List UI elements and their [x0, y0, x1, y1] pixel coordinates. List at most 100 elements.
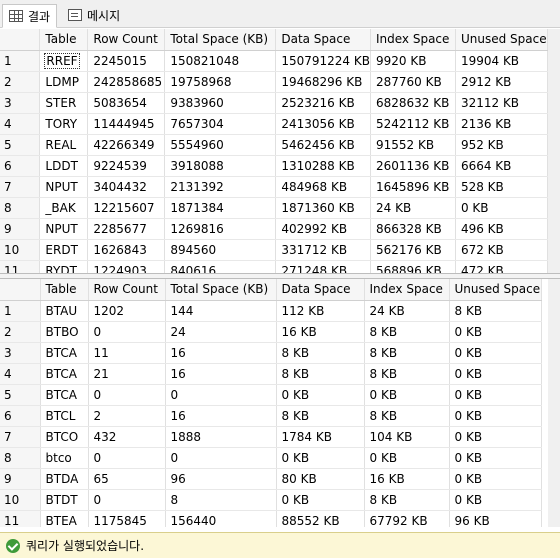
index-space-cell[interactable]: 9920 KB — [370, 50, 456, 72]
results-grid-1-scrollbar[interactable] — [548, 29, 560, 273]
data-space-cell[interactable]: 16 KB — [276, 321, 365, 343]
total-space-cell[interactable]: 1269816 — [164, 218, 277, 240]
index-space-cell[interactable]: 104 KB — [364, 426, 450, 448]
row-number[interactable]: 9 — [0, 218, 41, 240]
index-space-cell[interactable]: 5242112 KB — [370, 113, 456, 135]
unused-space-cell[interactable]: 0 KB — [449, 426, 542, 448]
unused-space-cell[interactable]: 32112 KB — [455, 92, 548, 114]
unused-space-cell[interactable]: 0 KB — [449, 363, 542, 385]
column-header-table[interactable]: Table — [40, 279, 89, 301]
table-name-cell[interactable]: BTCA — [40, 384, 89, 406]
table-name-cell[interactable]: RREF — [39, 50, 89, 72]
column-header-unused-space[interactable]: Unused Space — [455, 29, 548, 51]
index-space-cell[interactable]: 2601136 KB — [370, 155, 456, 177]
total-space-cell[interactable]: 7657304 — [164, 113, 277, 135]
table-name-cell[interactable]: BTCO — [40, 426, 89, 448]
data-space-cell[interactable]: 8 KB — [276, 363, 365, 385]
unused-space-cell[interactable]: 0 KB — [449, 489, 542, 511]
column-header-total-space[interactable]: Total Space (KB) — [164, 29, 277, 51]
table-row[interactable]: 11 RYDT 1224903 840616 271248 KB 568896 KB 472… — [0, 260, 548, 273]
row-count-cell[interactable]: 432 — [88, 426, 166, 448]
index-space-cell[interactable]: 0 KB — [364, 447, 450, 469]
row-count-cell[interactable]: 9224539 — [87, 155, 166, 177]
row-count-cell[interactable]: 1626843 — [87, 239, 166, 261]
table-row[interactable]: 6 BTCL 2 16 8 KB 8 KB 0 KB — [0, 405, 542, 427]
table-row[interactable]: 9 BTDA 65 96 80 KB 16 KB 0 KB — [0, 468, 542, 490]
index-space-cell[interactable]: 1645896 KB — [370, 176, 456, 198]
row-count-cell[interactable]: 1175845 — [88, 510, 166, 527]
row-number[interactable]: 6 — [0, 155, 41, 177]
table-row[interactable]: 8 _BAK 12215607 1871384 1871360 KB 24 KB 0 KB — [0, 197, 548, 219]
data-space-cell[interactable]: 0 KB — [276, 384, 365, 406]
total-space-cell[interactable]: 9383960 — [164, 92, 277, 114]
total-space-cell[interactable]: 96 — [165, 468, 277, 490]
table-row[interactable]: 9 NPUT 2285677 1269816 402992 KB 866328 KB 496… — [0, 218, 548, 240]
table-row[interactable]: 5 BTCA 0 0 0 KB 0 KB 0 KB — [0, 384, 542, 406]
total-space-cell[interactable]: 2131392 — [164, 176, 277, 198]
table-name-cell[interactable]: RYDT — [39, 260, 89, 273]
column-header-data-space[interactable]: Data Space — [275, 29, 371, 51]
table-name-cell[interactable]: _BAK — [39, 197, 89, 219]
total-space-cell[interactable]: 894560 — [164, 239, 277, 261]
index-space-cell[interactable]: 8 KB — [364, 489, 450, 511]
row-count-cell[interactable]: 3404432 — [87, 176, 166, 198]
data-space-cell[interactable]: 484968 KB — [275, 176, 371, 198]
row-count-cell[interactable]: 0 — [88, 489, 166, 511]
total-space-cell[interactable]: 150821048 — [164, 50, 277, 72]
table-row[interactable]: 11 BTEA 1175845 156440 88552 KB 67792 KB 96 KB — [0, 510, 542, 527]
table-row[interactable]: 1 RREF 2245015 150821048 150791224 KB 9920 KB… — [0, 50, 548, 72]
total-space-cell[interactable]: 0 — [165, 384, 277, 406]
data-space-cell[interactable]: 1784 KB — [276, 426, 365, 448]
table-row[interactable]: 8 btco 0 0 0 KB 0 KB 0 KB — [0, 447, 542, 469]
total-space-cell[interactable]: 16 — [165, 405, 277, 427]
data-space-cell[interactable]: 80 KB — [276, 468, 365, 490]
unused-space-cell[interactable]: 96 KB — [449, 510, 542, 527]
table-row[interactable]: 7 BTCO 432 1888 1784 KB 104 KB 0 KB — [0, 426, 542, 448]
unused-space-cell[interactable]: 528 KB — [455, 176, 548, 198]
index-space-cell[interactable]: 67792 KB — [364, 510, 450, 527]
table-row[interactable]: 2 BTBO 0 24 16 KB 8 KB 0 KB — [0, 321, 542, 343]
data-space-cell[interactable]: 5462456 KB — [275, 134, 371, 156]
table-name-cell[interactable]: REAL — [39, 134, 89, 156]
row-count-cell[interactable]: 2245015 — [87, 50, 166, 72]
table-row[interactable]: 10 BTDT 0 8 0 KB 8 KB 0 KB — [0, 489, 542, 511]
index-space-cell[interactable]: 24 KB — [370, 197, 456, 219]
row-number[interactable]: 7 — [0, 426, 41, 448]
row-number[interactable]: 8 — [0, 447, 41, 469]
unused-space-cell[interactable]: 0 KB — [455, 197, 548, 219]
table-row[interactable]: 2 LDMP 242858685 19758968 19468296 KB 287760 … — [0, 71, 548, 93]
unused-space-cell[interactable]: 0 KB — [449, 321, 542, 343]
total-space-cell[interactable]: 3918088 — [164, 155, 277, 177]
row-count-cell[interactable]: 11444945 — [87, 113, 166, 135]
total-space-cell[interactable]: 1888 — [165, 426, 277, 448]
index-space-cell[interactable]: 8 KB — [364, 342, 450, 364]
data-space-cell[interactable]: 0 KB — [276, 489, 365, 511]
index-space-cell[interactable]: 6828632 KB — [370, 92, 456, 114]
data-space-cell[interactable]: 2413056 KB — [275, 113, 371, 135]
row-number[interactable]: 7 — [0, 176, 41, 198]
results-grid-2[interactable]: Table Row Count Total Space (KB) Data Space… — [0, 279, 548, 527]
row-count-cell[interactable]: 42266349 — [87, 134, 166, 156]
row-count-cell[interactable]: 65 — [88, 468, 166, 490]
row-count-cell[interactable]: 2285677 — [87, 218, 166, 240]
unused-space-cell[interactable]: 2912 KB — [455, 71, 548, 93]
index-space-cell[interactable]: 866328 KB — [370, 218, 456, 240]
index-space-cell[interactable]: 8 KB — [364, 363, 450, 385]
rownum-header[interactable] — [0, 29, 41, 51]
row-number[interactable]: 3 — [0, 342, 41, 364]
row-number[interactable]: 10 — [0, 239, 41, 261]
row-number[interactable]: 10 — [0, 489, 41, 511]
data-space-cell[interactable]: 1310288 KB — [275, 155, 371, 177]
data-space-cell[interactable]: 112 KB — [276, 300, 365, 322]
unused-space-cell[interactable]: 6664 KB — [455, 155, 548, 177]
table-row[interactable]: 4 BTCA 21 16 8 KB 8 KB 0 KB — [0, 363, 542, 385]
data-space-cell[interactable]: 271248 KB — [275, 260, 371, 273]
column-header-index-space[interactable]: Index Space — [370, 29, 456, 51]
index-space-cell[interactable]: 16 KB — [364, 468, 450, 490]
data-space-cell[interactable]: 331712 KB — [275, 239, 371, 261]
table-name-cell[interactable]: NPUT — [39, 176, 89, 198]
table-row[interactable]: 6 LDDT 9224539 3918088 1310288 KB 2601136 KB 6… — [0, 155, 548, 177]
index-space-cell[interactable]: 8 KB — [364, 321, 450, 343]
data-space-cell[interactable]: 402992 KB — [275, 218, 371, 240]
data-space-cell[interactable]: 2523216 KB — [275, 92, 371, 114]
